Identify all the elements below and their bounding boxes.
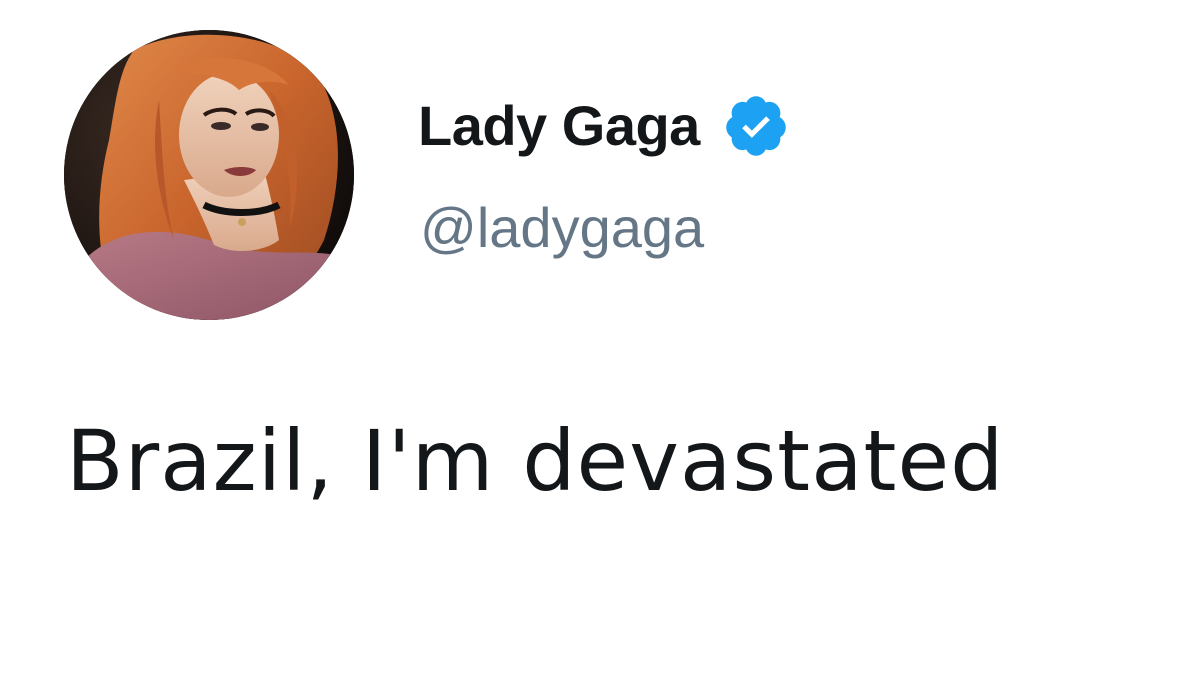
- author-name-row: Lady Gaga: [418, 86, 790, 166]
- avatar[interactable]: [64, 30, 354, 320]
- avatar-photo: [64, 30, 354, 320]
- verified-badge-icon: [722, 92, 790, 160]
- tweet-card: Lady Gaga @ladygaga Brazil, I'm devastat…: [0, 0, 1200, 674]
- author-display-name[interactable]: Lady Gaga: [418, 98, 700, 154]
- tweet-text: Brazil, I'm devastated: [66, 412, 1005, 510]
- author-handle[interactable]: @ladygaga: [420, 200, 704, 256]
